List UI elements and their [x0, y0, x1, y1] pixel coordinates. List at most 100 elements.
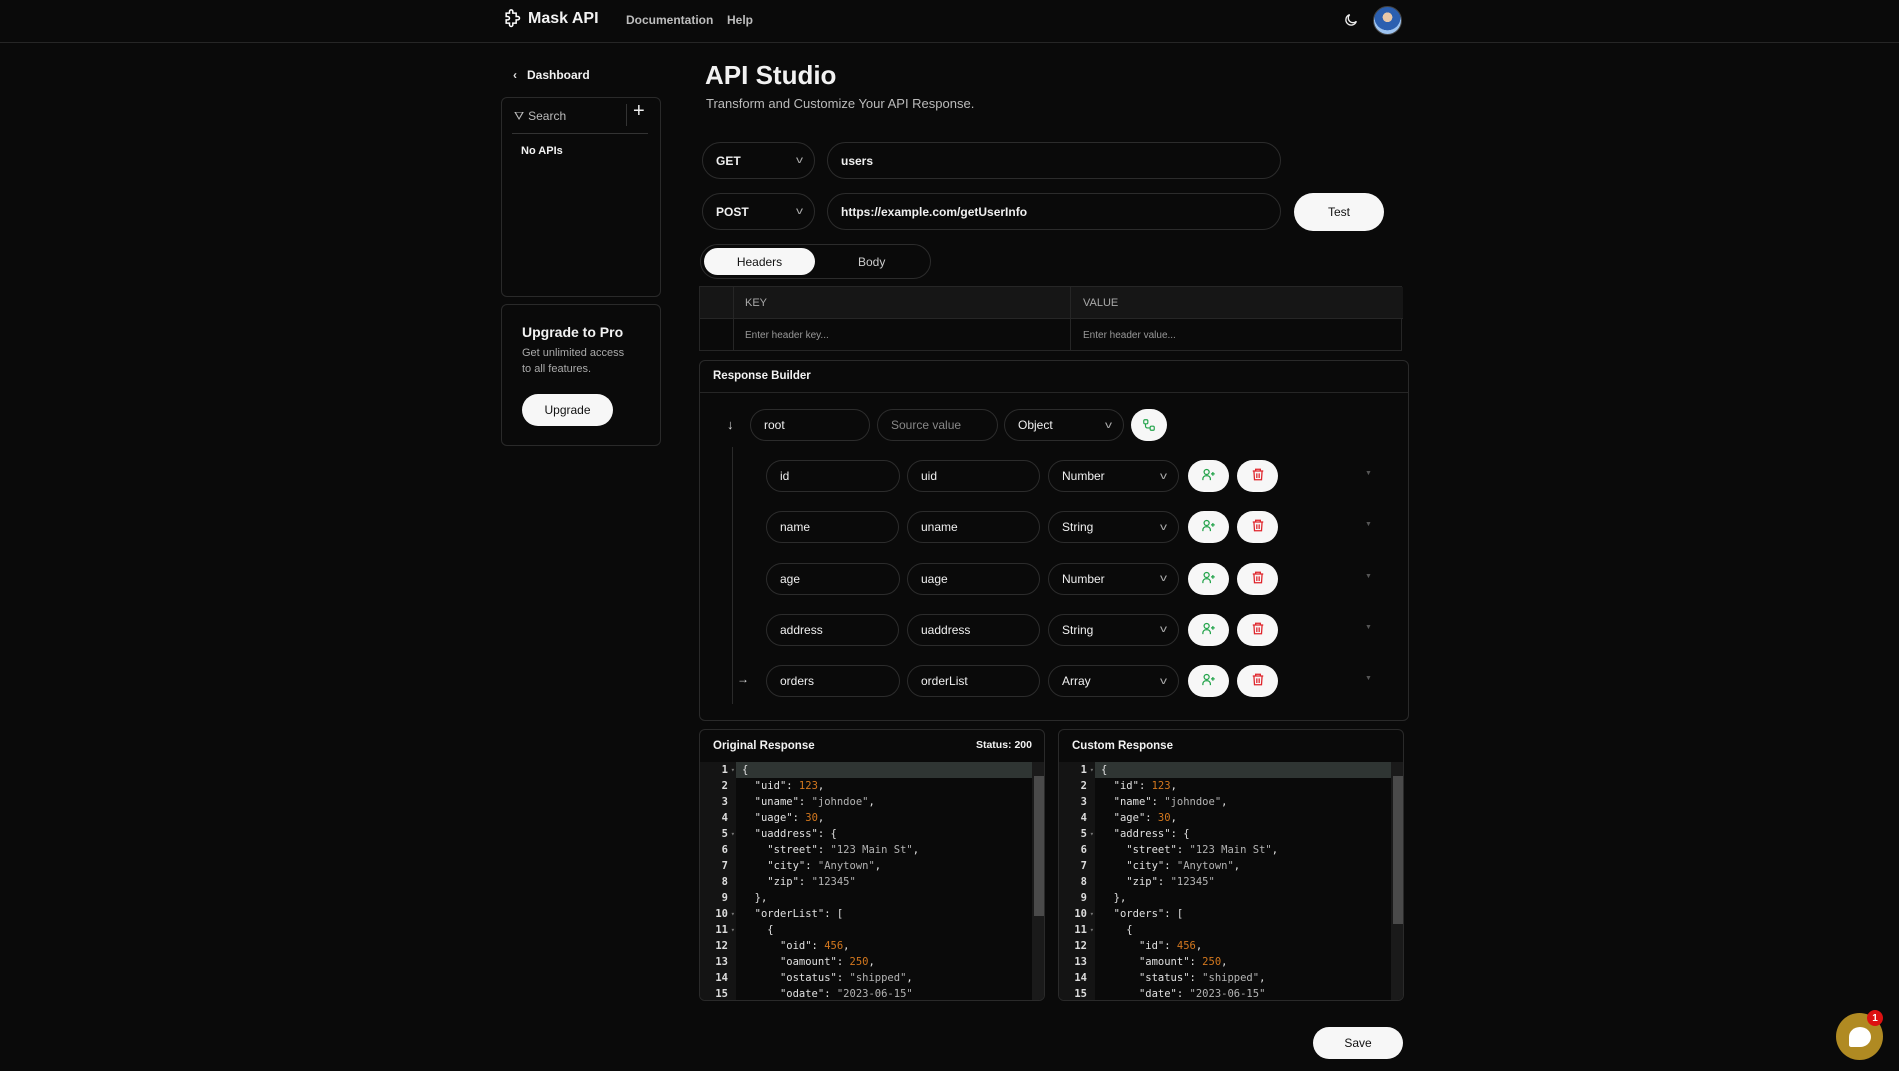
- field-name-input[interactable]: orders: [766, 665, 900, 698]
- scrollbar[interactable]: [1032, 762, 1044, 1000]
- add-api-plus-icon[interactable]: +: [633, 100, 645, 123]
- field-type-select[interactable]: Number v: [1048, 460, 1179, 492]
- chevron-down-icon: v: [1160, 470, 1167, 482]
- map-nodes-button[interactable]: [1131, 409, 1167, 441]
- field-source-input[interactable]: uaddress: [907, 613, 1040, 646]
- custom-response-panel: Custom Response 1 ▾{2 "id": 123, 3 "name":…: [1058, 729, 1404, 1001]
- header-key-input[interactable]: Enter header key...: [745, 330, 829, 341]
- field-source-input[interactable]: orderList: [907, 665, 1040, 698]
- nav-documentation[interactable]: Documentation: [626, 13, 713, 27]
- code-line: 9 },: [1059, 890, 1403, 906]
- scrollbar[interactable]: [1391, 762, 1403, 1000]
- original-title: Original Response: [713, 740, 815, 752]
- root-type-select[interactable]: Object v: [1004, 409, 1124, 441]
- field-name-input[interactable]: name: [766, 511, 899, 544]
- code-line: 11 ▾ {: [1059, 922, 1403, 938]
- app-name: Mask API: [528, 10, 599, 27]
- save-button[interactable]: Save: [1313, 1027, 1403, 1059]
- field-row: name uname String v ▼: [700, 511, 1400, 544]
- trash-icon: [1251, 672, 1265, 690]
- add-child-button[interactable]: [1188, 460, 1229, 492]
- add-child-button[interactable]: [1188, 665, 1229, 698]
- caret-down-icon[interactable]: ▼: [1365, 521, 1372, 528]
- headers-table: KEY VALUE Enter header key... Enter head…: [699, 286, 1403, 351]
- field-row: → orders orderList Array v ▼: [700, 665, 1400, 698]
- root-source-input[interactable]: Source value: [877, 409, 998, 441]
- field-type-select[interactable]: Number v: [1048, 562, 1179, 595]
- method-select-2[interactable]: POST v: [702, 193, 815, 230]
- root-name-input[interactable]: root: [750, 409, 870, 441]
- logo[interactable]: Mask API: [502, 9, 599, 29]
- code-line: 9 },: [700, 890, 1044, 906]
- upgrade-card: Upgrade to Pro Get unlimited access to al…: [501, 304, 661, 446]
- fold-icon[interactable]: ▾: [731, 762, 735, 778]
- caret-down-icon[interactable]: ▼: [1365, 470, 1372, 477]
- code-line: 1 ▾{: [700, 762, 1044, 778]
- trash-icon: [1251, 570, 1265, 588]
- code-line: 1 ▾{: [1059, 762, 1403, 778]
- add-child-button[interactable]: [1188, 562, 1229, 595]
- user-plus-icon: [1201, 518, 1216, 536]
- source-url-input[interactable]: https://example.com/getUserInfo: [827, 193, 1281, 230]
- code-line: 3 "name": "johndoe",: [1059, 794, 1403, 810]
- code-line: 12 "oid": 456,: [700, 938, 1044, 954]
- code-line: 4 "age": 30,: [1059, 810, 1403, 826]
- search-label: Search: [528, 109, 567, 123]
- collapse-arrow-down-icon[interactable]: ↓: [727, 417, 734, 432]
- nodes-icon: [1143, 419, 1155, 431]
- avatar[interactable]: [1373, 6, 1402, 35]
- field-source-input[interactable]: uage: [907, 562, 1040, 595]
- caret-down-icon[interactable]: ▼: [1365, 573, 1372, 580]
- field-source-input[interactable]: uid: [907, 460, 1040, 492]
- caret-down-icon[interactable]: ▼: [1365, 675, 1372, 682]
- upgrade-title: Upgrade to Pro: [522, 324, 624, 340]
- delete-field-button[interactable]: [1237, 511, 1278, 544]
- header-value-input[interactable]: Enter header value...: [1083, 330, 1176, 341]
- delete-field-button[interactable]: [1237, 460, 1278, 492]
- fold-icon[interactable]: ▾: [1090, 906, 1094, 922]
- add-child-button[interactable]: [1188, 511, 1229, 544]
- endpoint-input[interactable]: users: [827, 142, 1281, 179]
- field-name-input[interactable]: id: [766, 460, 900, 492]
- tab-body[interactable]: Body: [858, 255, 885, 269]
- fold-icon[interactable]: ▾: [1090, 762, 1094, 778]
- field-name-input[interactable]: age: [766, 562, 900, 595]
- upgrade-desc: Get unlimited access to all features.: [522, 347, 625, 375]
- method-select-1[interactable]: GET v: [702, 142, 815, 179]
- add-child-button[interactable]: [1188, 613, 1229, 646]
- field-type-select[interactable]: String v: [1048, 511, 1179, 544]
- test-button[interactable]: Test: [1294, 193, 1384, 231]
- chat-launcher[interactable]: 1: [1836, 1010, 1883, 1060]
- code-line: 7 "city": "Anytown",: [700, 858, 1044, 874]
- field-type-select[interactable]: Array v: [1048, 665, 1179, 698]
- upgrade-button[interactable]: Upgrade: [522, 394, 613, 426]
- nav-help[interactable]: Help: [727, 13, 753, 27]
- empty-state: No APIs: [521, 145, 563, 157]
- divider: [512, 133, 648, 134]
- caret-down-icon[interactable]: ▼: [1365, 624, 1372, 631]
- delete-field-button[interactable]: [1237, 562, 1278, 595]
- fold-icon[interactable]: ▾: [731, 906, 735, 922]
- fold-icon[interactable]: ▾: [731, 922, 735, 938]
- fold-icon[interactable]: ▾: [1090, 922, 1094, 938]
- trash-icon: [1251, 621, 1265, 639]
- custom-code-editor[interactable]: 1 ▾{2 "id": 123, 3 "name": "johndoe", 4 "ag…: [1059, 762, 1403, 1000]
- delete-field-button[interactable]: [1237, 613, 1278, 646]
- search-filter[interactable]: ⛛ Search: [514, 109, 566, 124]
- api-list-panel: ⛛ Search + No APIs: [501, 97, 661, 297]
- original-code-editor[interactable]: 1 ▾{2 "uid": 123, 3 "uname": "johndoe", 4 "…: [700, 762, 1044, 1000]
- fold-icon[interactable]: ▾: [1090, 826, 1094, 842]
- fold-icon[interactable]: ▾: [731, 826, 735, 842]
- chevron-down-icon: v: [796, 155, 803, 166]
- delete-field-button[interactable]: [1237, 665, 1278, 698]
- field-type-select[interactable]: String v: [1048, 613, 1179, 646]
- expand-arrow-right-icon[interactable]: →: [737, 672, 749, 686]
- code-line: 7 "city": "Anytown",: [1059, 858, 1403, 874]
- code-line: 13 "oamount": 250,: [700, 954, 1044, 970]
- field-name-input[interactable]: address: [766, 613, 899, 646]
- field-source-input[interactable]: uname: [907, 511, 1040, 544]
- moon-icon[interactable]: [1343, 12, 1359, 28]
- tab-headers[interactable]: Headers: [704, 248, 815, 275]
- back-to-dashboard[interactable]: ‹ Dashboard: [513, 68, 590, 82]
- code-line: 15 "date": "2023-06-15": [1059, 986, 1403, 1000]
